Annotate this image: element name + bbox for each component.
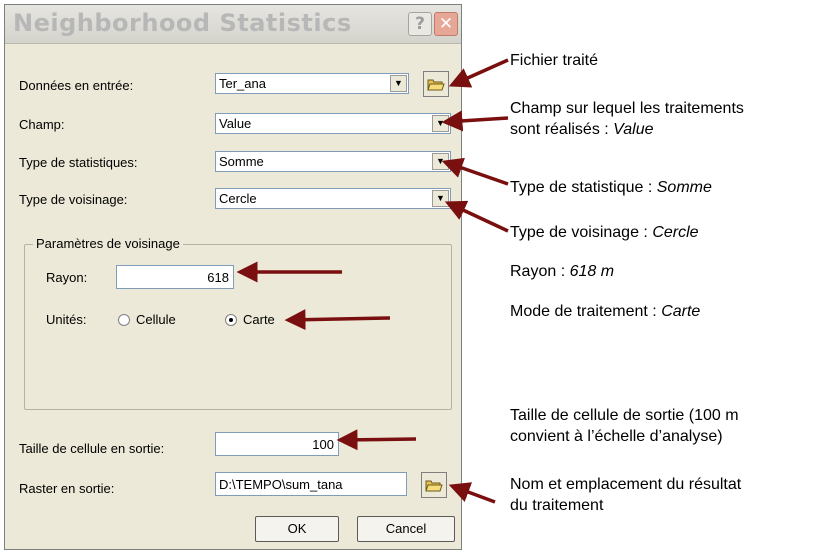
arrow-processing-mode [284,309,391,331]
arrow-neighborhood-type [444,200,509,233]
arrow-cell-size [336,429,417,451]
arrow-input-file [448,58,509,88]
arrow-field [441,110,509,132]
arrow-output-raster [448,482,496,504]
arrow-statistic-type [441,157,509,186]
annotation-arrows [236,58,509,504]
